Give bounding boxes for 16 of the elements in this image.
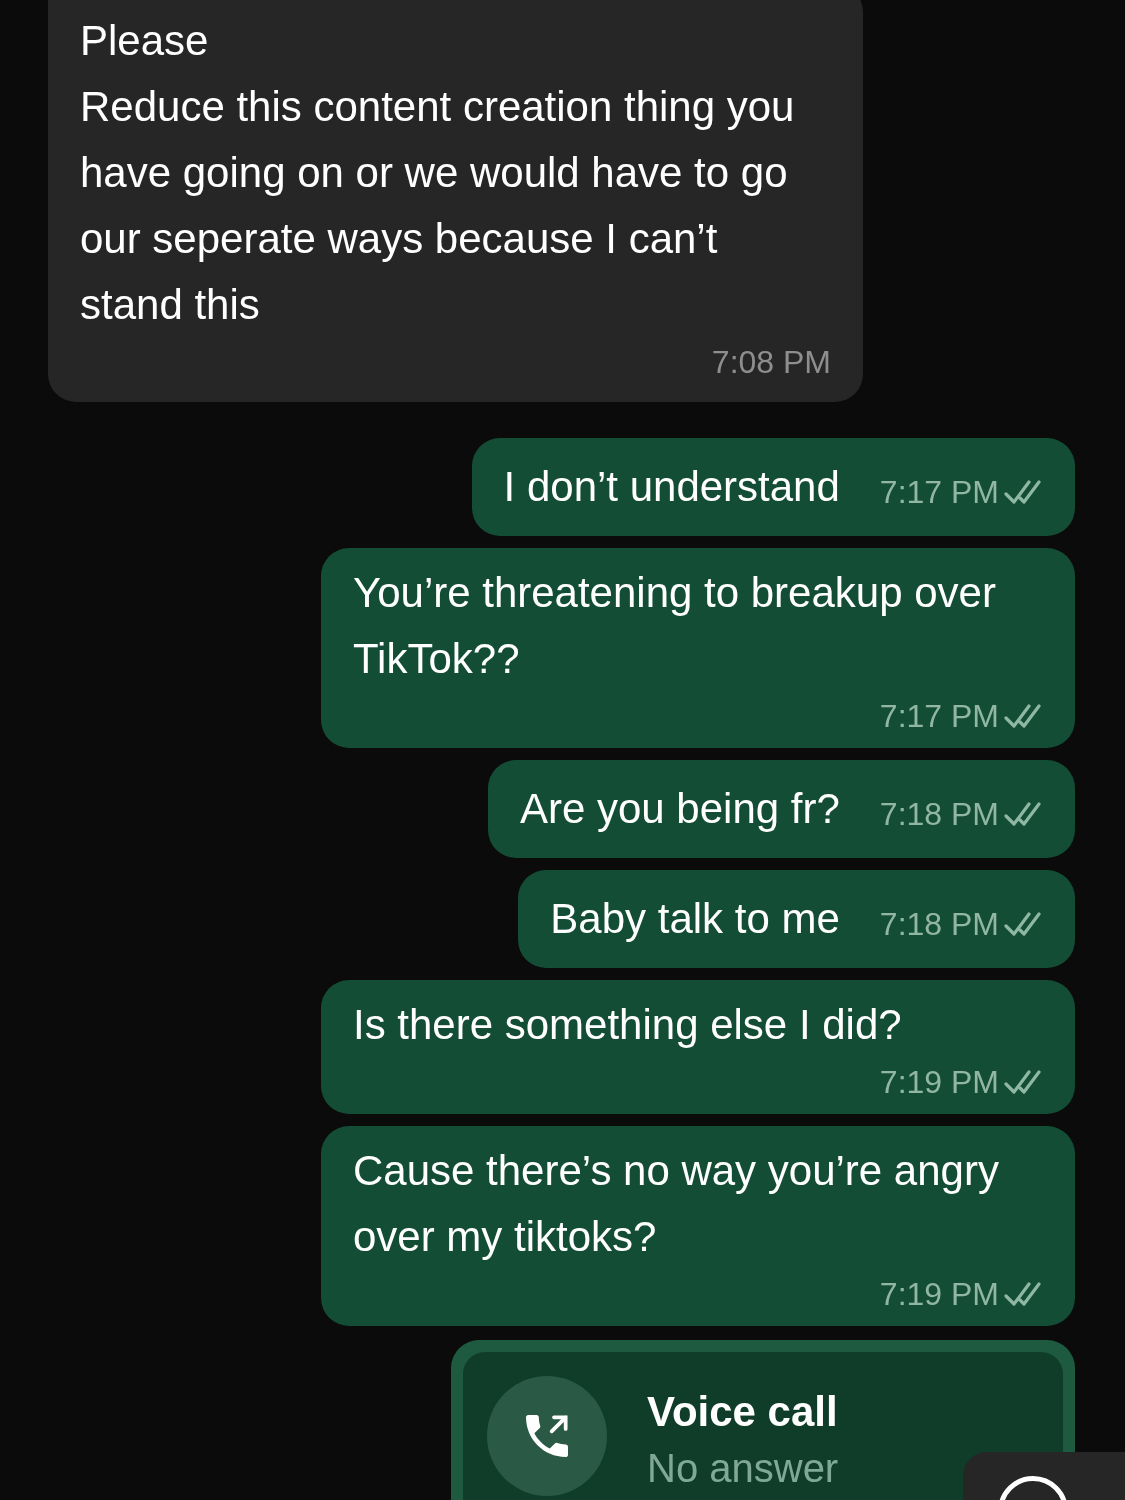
call-status: No answer <box>647 1445 839 1492</box>
message-text: I don’t understand <box>503 462 840 512</box>
message-time: 7:19 PM <box>879 1275 999 1314</box>
message-text: Is there something else I did? <box>353 1001 902 1048</box>
call-title: Voice call <box>647 1387 839 1437</box>
message-time: 7:17 PM <box>879 697 999 736</box>
message-time: 7:17 PM <box>879 473 999 512</box>
message-time: 7:08 PM <box>711 343 831 382</box>
message-time: 7:19 PM <box>879 1063 999 1102</box>
message-text: Cause there’s no way you’re angry over my tiktoks? <box>353 1147 999 1260</box>
message-time: 7:18 PM <box>879 795 999 834</box>
message-text: You’re threatening to breakup over TikTok?? <box>353 569 996 682</box>
message-time: 7:18 PM <box>879 905 999 944</box>
message-text: Please Reduce this content creation thing you have going on or we would have to go our seperate ways because I can’t stand this <box>80 17 795 328</box>
message-text: Are you being fr? <box>519 784 840 834</box>
message-text: Baby talk to me <box>550 894 840 944</box>
